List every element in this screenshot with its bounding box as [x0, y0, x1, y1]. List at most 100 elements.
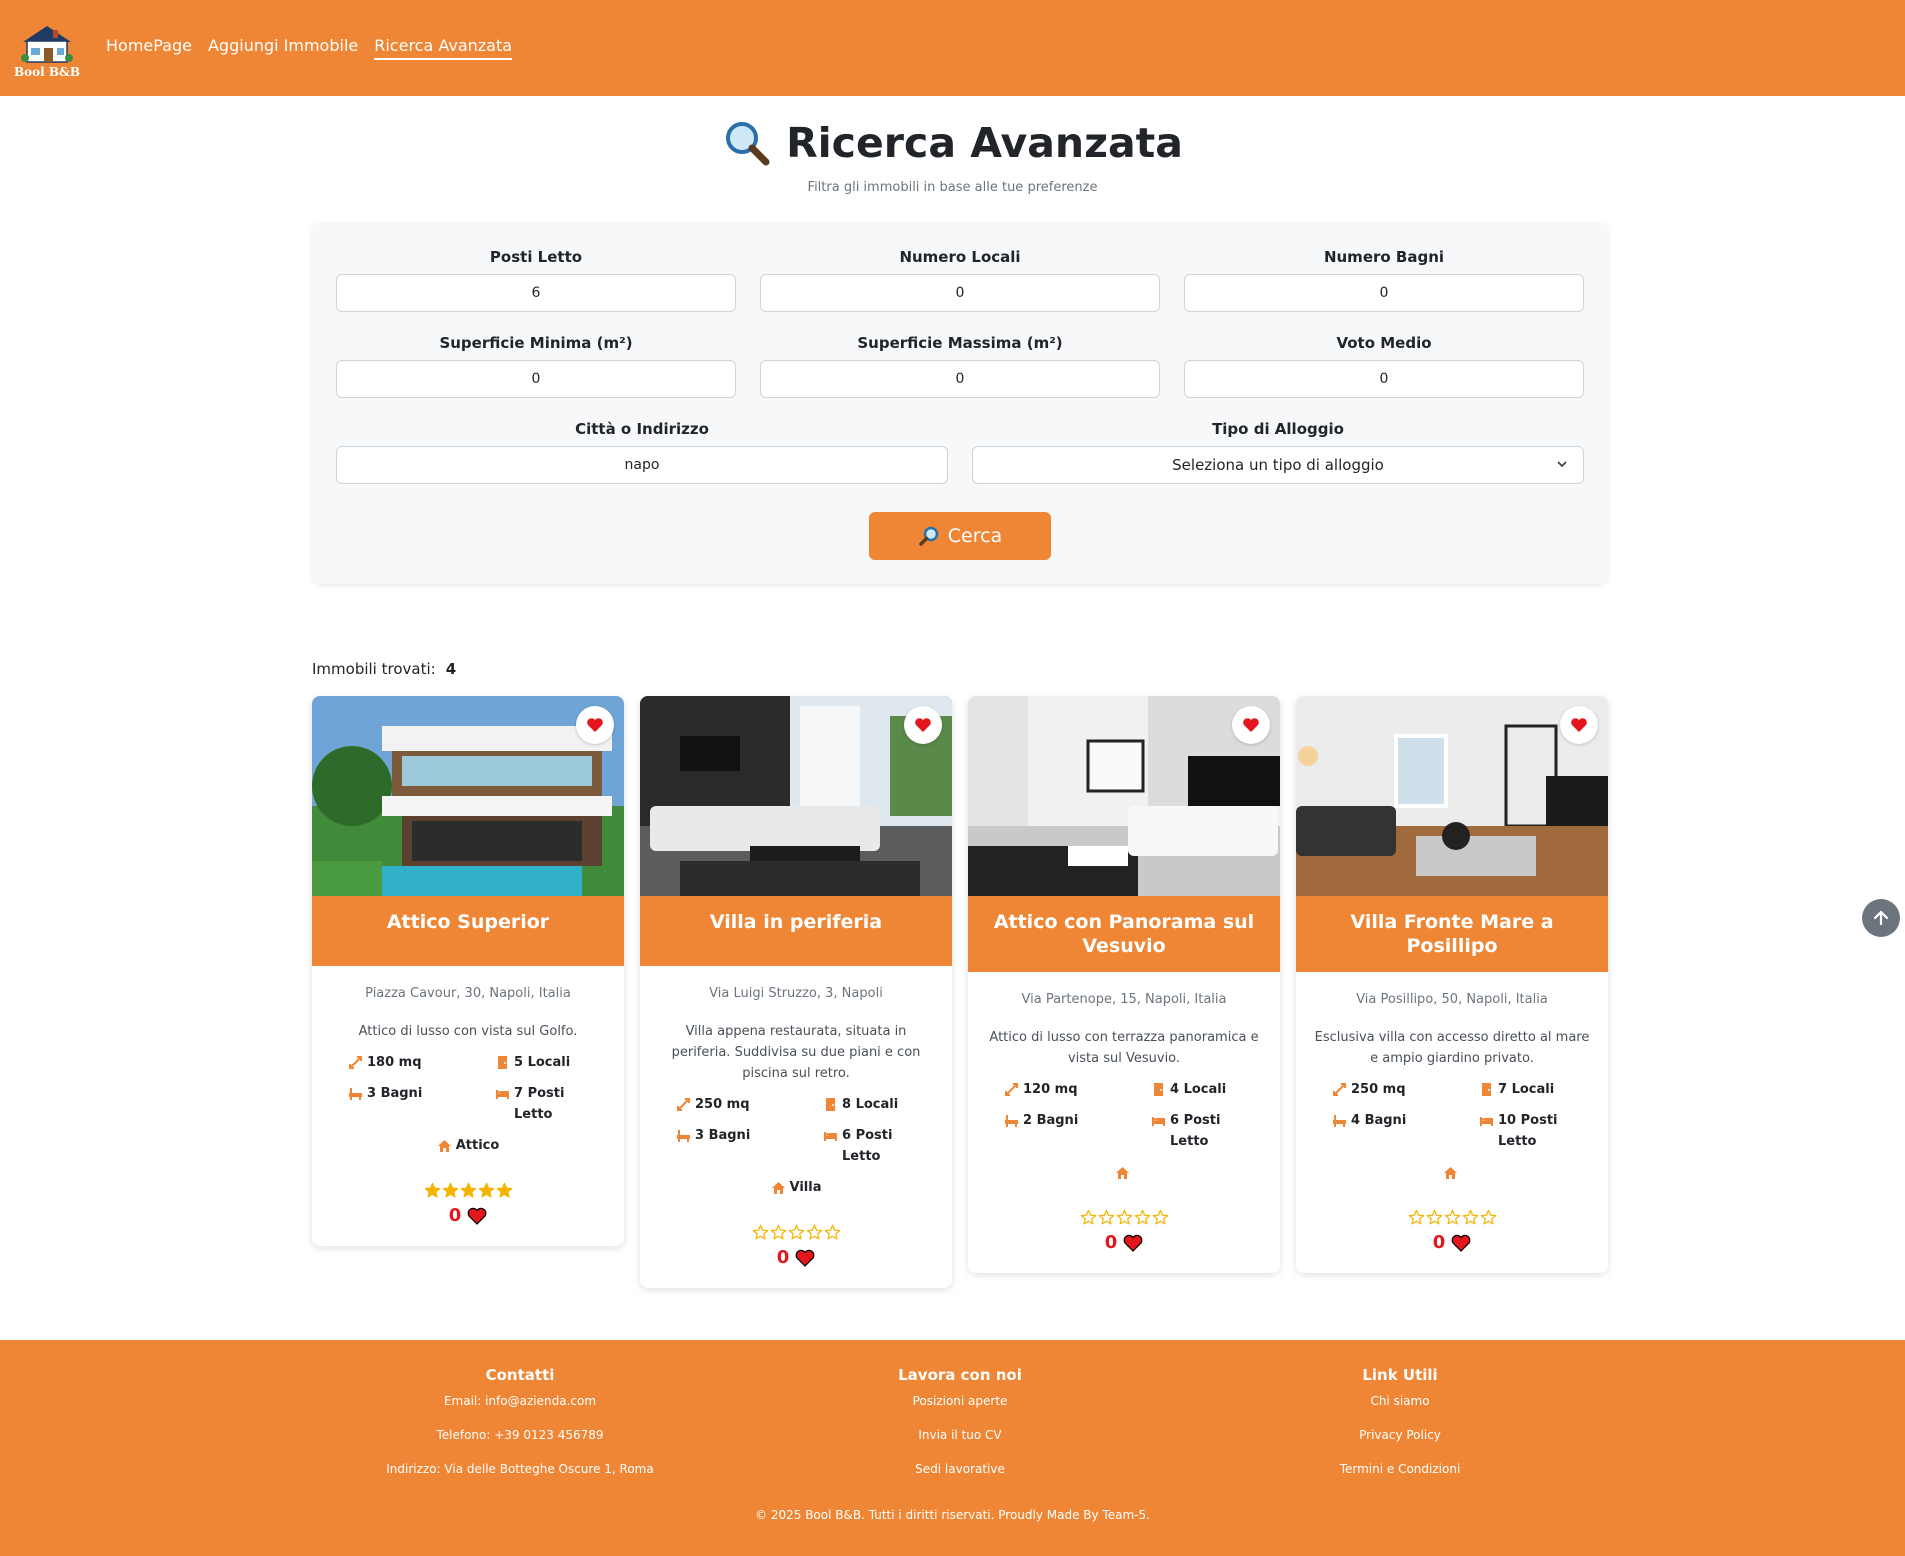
- input-superficie-massima[interactable]: [760, 360, 1160, 398]
- property-type-text: Villa: [789, 1180, 822, 1195]
- label-numero-bagni: Numero Bagni: [1323, 248, 1445, 266]
- resize-icon: [1005, 1083, 1018, 1096]
- footer-contatti: Contatti Email: info@azienda.com Telefon…: [320, 1366, 720, 1496]
- input-voto-medio[interactable]: [1184, 360, 1584, 398]
- feature-locali-text: 5 Locali: [514, 1055, 571, 1070]
- footer-link-chi-siamo[interactable]: Chi siamo: [1200, 1394, 1600, 1408]
- bath-icon: [1333, 1115, 1346, 1127]
- door-icon: [1154, 1083, 1163, 1096]
- property-address: Piazza Cavour, 30, Napoli, Italia: [365, 986, 571, 1001]
- nav-links: HomePage Aggiungi Immobile Ricerca Avanz…: [106, 36, 513, 60]
- property-description: Villa appena restaurata, situata in peri…: [671, 1024, 921, 1081]
- bath-icon: [1005, 1115, 1018, 1127]
- label-numero-locali: Numero Locali: [899, 248, 1021, 266]
- home-icon: [771, 1181, 785, 1194]
- navbar: Bool B&B HomePage Aggiungi Immobile Rice…: [0, 0, 1905, 96]
- input-citta[interactable]: [336, 446, 948, 484]
- magnifier-icon: [919, 526, 939, 546]
- footer-link-cv[interactable]: Invia il tuo CV: [760, 1428, 1160, 1442]
- input-superficie-minima[interactable]: [336, 360, 736, 398]
- feature-bagni: 3 Bagni: [348, 1083, 467, 1125]
- property-title[interactable]: Villa Fronte Mare a Posillipo: [1296, 896, 1608, 972]
- resize-icon: [1333, 1083, 1346, 1096]
- select-tipo-value: Seleziona un tipo di alloggio: [1172, 456, 1384, 474]
- feature-posti: 6 Posti Letto: [1123, 1110, 1242, 1152]
- footer-link-posizioni[interactable]: Posizioni aperte: [760, 1394, 1160, 1408]
- favorite-button[interactable]: [1232, 706, 1270, 744]
- feature-locali: 8 Locali: [795, 1094, 914, 1115]
- property-features: 250 mq 7 Locali 4 Bagni 10 Posti Letto: [1312, 1079, 1592, 1152]
- property-address: Via Posillipo, 50, Napoli, Italia: [1356, 992, 1548, 1007]
- search-button[interactable]: Cerca: [869, 512, 1051, 560]
- footer-utili: Link Utili Chi siamo Privacy Policy Term…: [1200, 1366, 1600, 1496]
- feature-posti-text: 6 Posti Letto: [1170, 1113, 1221, 1149]
- feature-bagni-text: 3 Bagni: [367, 1086, 423, 1101]
- star-icon: [770, 1224, 786, 1240]
- property-title[interactable]: Attico con Panorama sul Vesuvio: [968, 896, 1280, 972]
- nav-ricerca-avanzata[interactable]: Ricerca Avanzata: [374, 36, 513, 60]
- star-icon: [806, 1224, 822, 1240]
- input-posti-letto[interactable]: [336, 274, 736, 312]
- star-icon: [1480, 1209, 1496, 1225]
- input-numero-locali[interactable]: [760, 274, 1160, 312]
- property-description: Attico di lusso con vista sul Golfo.: [358, 1024, 578, 1039]
- bed-icon: [1480, 1117, 1493, 1126]
- home-icon: [1443, 1166, 1457, 1179]
- nav-aggiungi-immobile[interactable]: Aggiungi Immobile: [208, 36, 358, 60]
- property-body: Via Posillipo, 50, Napoli, Italia Esclus…: [1296, 972, 1608, 1273]
- heart-icon: [587, 718, 603, 732]
- property-card[interactable]: Villa Fronte Mare a Posillipo Via Posill…: [1296, 696, 1608, 1273]
- bed-icon: [824, 1132, 837, 1141]
- footer-link-privacy[interactable]: Privacy Policy: [1200, 1428, 1600, 1442]
- house-logo-icon: [21, 26, 73, 63]
- feature-bagni-text: 4 Bagni: [1351, 1113, 1407, 1128]
- property-card[interactable]: Attico Superior Piazza Cavour, 30, Napol…: [312, 696, 624, 1246]
- star-icon: [478, 1182, 494, 1198]
- footer-telefono: Telefono: +39 0123 456789: [436, 1428, 604, 1442]
- footer-contatti-title: Contatti: [485, 1366, 555, 1384]
- select-tipo-alloggio[interactable]: Seleziona un tipo di alloggio: [972, 446, 1584, 484]
- rating-stars: [984, 1209, 1264, 1226]
- heart-icon: [915, 718, 931, 732]
- property-title[interactable]: Villa in periferia: [640, 896, 952, 966]
- field-numero-bagni: Numero Bagni: [1184, 248, 1584, 312]
- input-numero-bagni[interactable]: [1184, 274, 1584, 312]
- likes-count: 0: [984, 1232, 1264, 1253]
- feature-mq-text: 250 mq: [695, 1097, 750, 1112]
- property-address: Via Partenope, 15, Napoli, Italia: [1021, 992, 1227, 1007]
- favorite-button[interactable]: [1560, 706, 1598, 744]
- feature-posti-text: 6 Posti Letto: [842, 1128, 893, 1164]
- heart-icon: [1123, 1234, 1143, 1252]
- footer-email: Email: info@azienda.com: [443, 1394, 597, 1408]
- brand-logo[interactable]: Bool B&B: [14, 17, 80, 79]
- star-icon: [460, 1182, 476, 1198]
- rating-stars: [328, 1182, 608, 1199]
- results-count: Immobili trovati: 4: [312, 660, 456, 678]
- footer-link-sedi[interactable]: Sedi lavorative: [760, 1462, 1160, 1476]
- feature-posti: 7 Posti Letto: [467, 1083, 586, 1125]
- property-title[interactable]: Attico Superior: [312, 896, 624, 966]
- rating-stars: [656, 1224, 936, 1241]
- field-tipo-alloggio: Tipo di Alloggio Seleziona un tipo di al…: [972, 420, 1584, 484]
- star-icon: [1426, 1209, 1442, 1225]
- feature-posti-text: 7 Posti Letto: [514, 1086, 565, 1122]
- likes-count: 0: [328, 1205, 608, 1226]
- property-image[interactable]: [312, 696, 624, 896]
- favorite-button[interactable]: [904, 706, 942, 744]
- footer: Contatti Email: info@azienda.com Telefon…: [0, 1340, 1905, 1556]
- property-image[interactable]: [1296, 696, 1608, 896]
- star-icon: [1462, 1209, 1478, 1225]
- property-image[interactable]: [968, 696, 1280, 896]
- property-image[interactable]: [640, 696, 952, 896]
- property-features: 120 mq 4 Locali 2 Bagni 6 Posti Letto: [984, 1079, 1264, 1152]
- property-card[interactable]: Attico con Panorama sul Vesuvio Via Part…: [968, 696, 1280, 1273]
- footer-lavora-title: Lavora con noi: [898, 1366, 1022, 1384]
- property-card[interactable]: Villa in periferia Via Luigi Struzzo, 3,…: [640, 696, 952, 1288]
- heart-icon: [795, 1249, 815, 1267]
- favorite-button[interactable]: [576, 706, 614, 744]
- heart-icon: [1451, 1234, 1471, 1252]
- footer-link-termini[interactable]: Termini e Condizioni: [1200, 1462, 1600, 1476]
- scroll-top-button[interactable]: [1862, 899, 1900, 937]
- nav-homepage[interactable]: HomePage: [106, 36, 192, 60]
- star-icon: [1152, 1209, 1168, 1225]
